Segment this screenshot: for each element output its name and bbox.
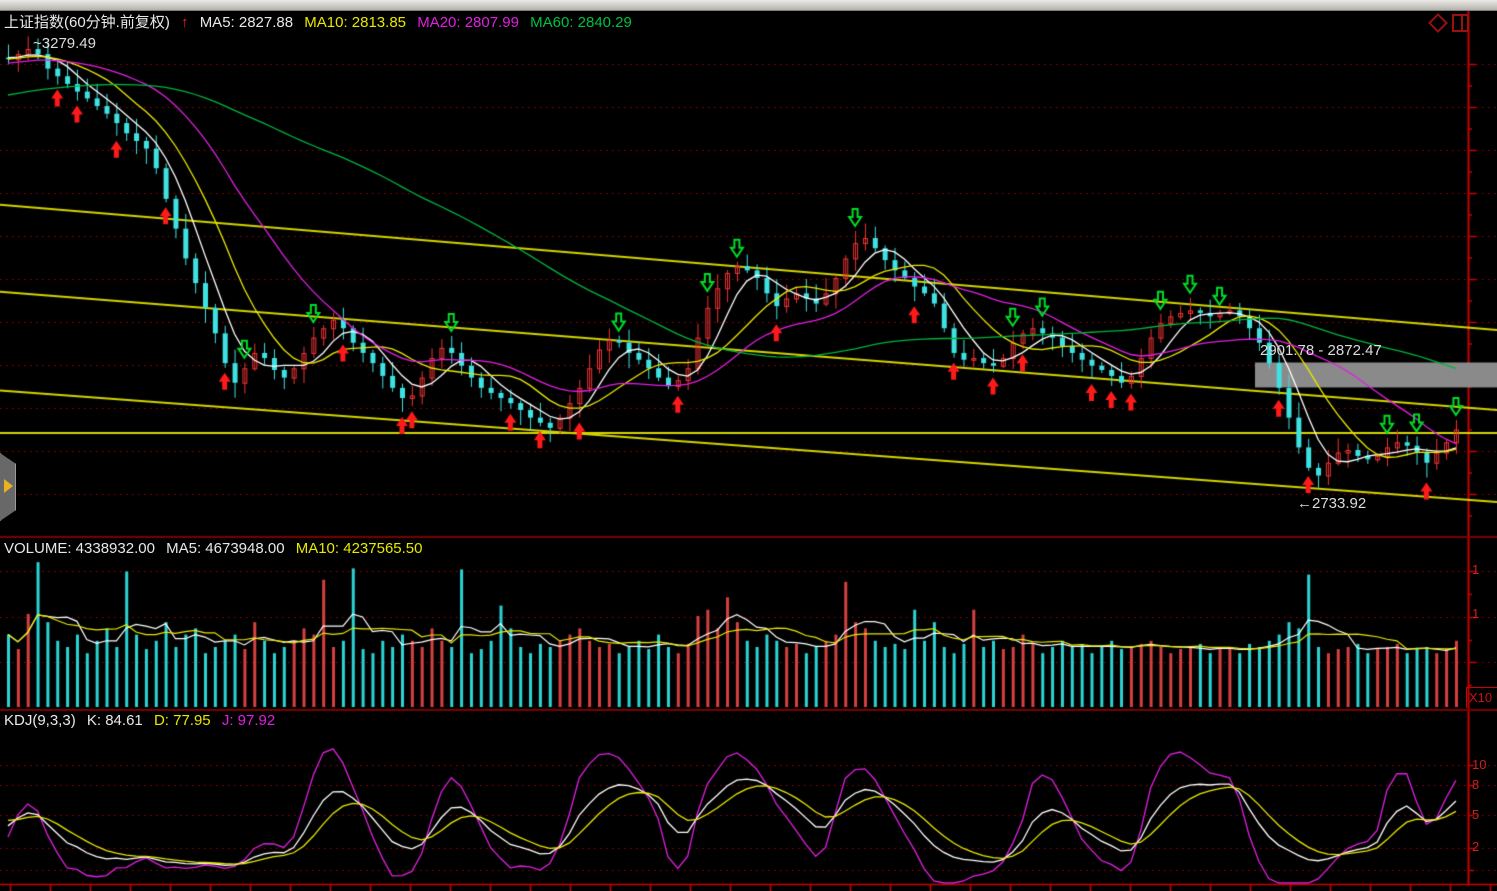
kdj-header: KDJ(9,3,3) K: 84.61 D: 77.95 J: 97.92: [4, 712, 282, 729]
ma10-value: MA10: 2813.85: [304, 14, 406, 31]
chart-canvas[interactable]: [0, 0, 1497, 891]
kdj-axis-label: 8: [1472, 777, 1496, 792]
up-arrow-icon: ↑: [181, 14, 189, 31]
main-chart-header: 上证指数(60分钟.前复权) ↑ MA5: 2827.88 MA10: 2813…: [4, 11, 639, 32]
kdj-axis-label: 10: [1472, 757, 1496, 772]
volume-ma10-value: MA10: 4237565.50: [296, 540, 423, 557]
volume-unit-label: X10: [1466, 687, 1497, 708]
chart-title: 上证指数(60分钟.前复权): [4, 14, 170, 31]
ma5-value: MA5: 2827.88: [200, 14, 293, 31]
split-window-icon-divider: [1461, 16, 1463, 30]
volume-ma5-value: MA5: 4673948.00: [166, 540, 284, 557]
split-window-icon[interactable]: [1452, 14, 1469, 32]
kdj-k-value: K: 84.61: [87, 712, 143, 729]
kdj-axis-label: 2: [1472, 839, 1496, 854]
volume-axis-label: 1: [1472, 562, 1496, 577]
expand-arrow-icon: [4, 479, 13, 493]
kdj-axis-label: 5: [1472, 807, 1496, 822]
stock-chart-app: 上证指数(60分钟.前复权) ↑ MA5: 2827.88 MA10: 2813…: [0, 0, 1497, 891]
window-top-strip: [0, 0, 1497, 11]
kdj-j-value: J: 97.92: [222, 712, 275, 729]
kdj-label: KDJ(9,3,3): [4, 712, 76, 729]
kdj-d-value: D: 77.95: [154, 712, 211, 729]
low-price-label: ←2733.92: [1297, 495, 1366, 512]
volume-value: VOLUME: 4338932.00: [4, 540, 155, 557]
sidebar-expand-handle[interactable]: [0, 453, 16, 521]
volume-axis-label: 1: [1472, 606, 1496, 621]
volume-header: VOLUME: 4338932.00 MA5: 4673948.00 MA10:…: [4, 540, 430, 557]
peak-price-label: ~3279.49: [33, 35, 96, 52]
gap-range-label: 2901.78 - 2872.47: [1260, 342, 1382, 359]
ma20-value: MA20: 2807.99: [417, 14, 519, 31]
ma60-value: MA60: 2840.29: [530, 14, 632, 31]
